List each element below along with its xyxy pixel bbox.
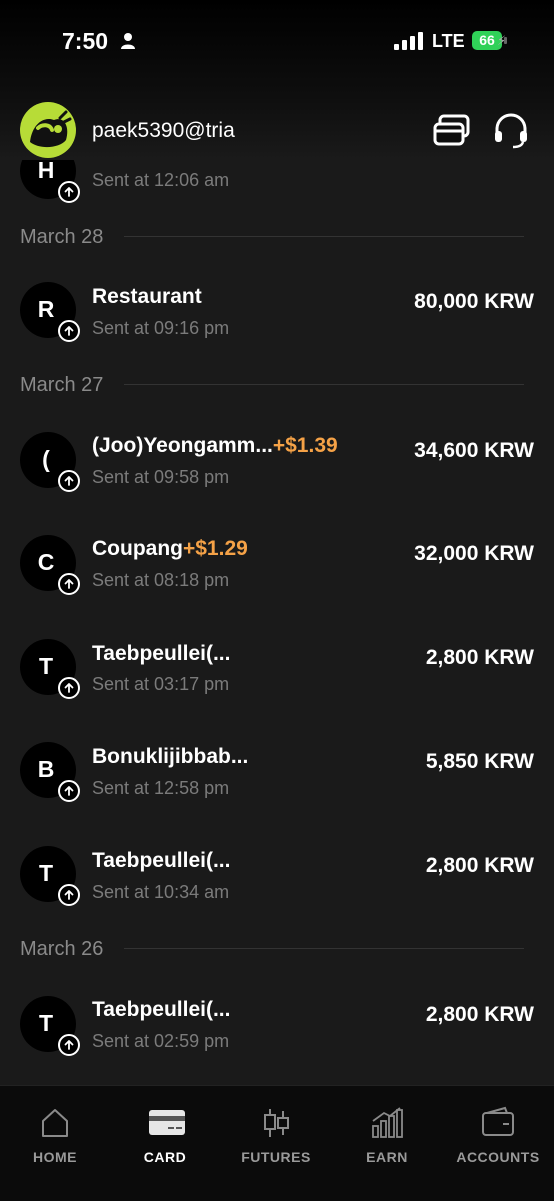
nav-label: EARN xyxy=(366,1149,408,1165)
merchant-name: Taebpeullei(... xyxy=(92,849,231,872)
merchant-name-line: Taebpeullei(... xyxy=(92,642,230,666)
merchant-initial: R xyxy=(37,296,55,322)
merchant-avatar: T xyxy=(20,846,80,906)
transaction-time: Sent at 12:06 am xyxy=(92,170,230,190)
transaction-time: Sent at 12:58 pm xyxy=(92,778,230,798)
candlestick-icon xyxy=(264,1109,289,1137)
merchant-avatar: R xyxy=(20,282,80,342)
battery-cap xyxy=(504,37,507,44)
network-type: LTE xyxy=(432,31,465,51)
merchant-name-line: Coupang+$1.29 xyxy=(92,537,248,561)
transaction-amount: 2,800 KRW xyxy=(425,1003,534,1026)
sent-arrow-icon xyxy=(58,470,80,492)
merchant-name: Bonuklijibbab... xyxy=(92,745,249,768)
merchant-name: Coupang xyxy=(92,537,183,560)
merchant-avatar: B xyxy=(20,742,80,802)
headset-icon[interactable] xyxy=(492,113,530,154)
nav-label: FUTURES xyxy=(241,1149,311,1165)
transaction-amount: 32,000 KRW xyxy=(414,542,534,565)
transaction-time: Sent at 09:16 pm xyxy=(92,318,230,338)
sent-arrow-icon xyxy=(58,677,80,699)
transaction-amount: 34,600 KRW xyxy=(414,439,534,462)
transaction-amount: 5,850 KRW xyxy=(425,750,534,773)
date-divider xyxy=(124,384,524,385)
merchant-name-line: Taebpeullei(... xyxy=(92,998,230,1022)
date-divider xyxy=(124,948,524,949)
sent-arrow-icon xyxy=(58,181,80,203)
nav-card[interactable]: CARD xyxy=(110,1086,220,1201)
username: paek5390@tria xyxy=(92,119,235,142)
transaction-time: Sent at 08:18 pm xyxy=(92,570,230,590)
merchant-avatar: ( xyxy=(20,432,80,492)
bar-chart-icon xyxy=(372,1107,403,1138)
merchant-initial: T xyxy=(38,1010,54,1036)
cards-icon[interactable] xyxy=(432,113,472,154)
bottom-nav: HOME CARD FUTURES EARN ACCOUNTS xyxy=(0,1085,554,1201)
merchant-avatar: T xyxy=(20,996,80,1056)
transaction-time: Sent at 02:59 pm xyxy=(92,1031,230,1051)
sent-arrow-icon xyxy=(58,320,80,342)
status-time: 7:50 xyxy=(62,28,109,54)
date-header: March 28 xyxy=(20,226,104,248)
merchant-name: Taebpeullei(... xyxy=(92,642,231,665)
nav-accounts[interactable]: ACCOUNTS xyxy=(443,1086,553,1201)
card-icon xyxy=(149,1110,185,1135)
nav-home[interactable]: HOME xyxy=(0,1086,110,1201)
transaction-feed[interactable]: H Sent at 12:06 am March 28 R Restaurant… xyxy=(0,0,554,1085)
merchant-name-line: (Joo)Yeongamm...+$1.39 xyxy=(92,434,338,458)
sent-arrow-icon xyxy=(58,573,80,595)
nav-earn[interactable]: EARN xyxy=(332,1086,442,1201)
merchant-name-line: Bonuklijibbab... xyxy=(92,745,248,769)
wallet-icon xyxy=(482,1106,514,1136)
transaction-time: Sent at 09:58 pm xyxy=(92,467,230,487)
sent-arrow-icon xyxy=(58,780,80,802)
date-header: March 27 xyxy=(20,374,104,396)
home-icon xyxy=(42,1109,68,1137)
person-icon xyxy=(121,33,135,49)
cashback-badge: +$1.39 xyxy=(272,434,338,457)
merchant-name: Restaurant xyxy=(92,285,202,308)
merchant-initial: C xyxy=(37,549,55,575)
transaction-amount: 80,000 KRW xyxy=(414,290,534,313)
merchant-initial: B xyxy=(37,756,55,782)
merchant-avatar: C xyxy=(20,535,80,595)
merchant-avatar: T xyxy=(20,639,80,699)
merchant-initial: H xyxy=(37,157,55,183)
sent-arrow-icon xyxy=(58,1034,80,1056)
nav-label: HOME xyxy=(33,1149,77,1165)
date-header: March 26 xyxy=(20,938,104,960)
merchant-initial: T xyxy=(38,860,54,886)
nav-futures[interactable]: FUTURES xyxy=(221,1086,331,1201)
transaction-time: Sent at 10:34 am xyxy=(92,882,230,902)
merchant-name-line: Restaurant xyxy=(92,285,202,309)
cashback-badge: +$1.29 xyxy=(182,537,248,560)
date-divider xyxy=(124,236,524,237)
status-bar: 7:50 LTE 66 ⚡ xyxy=(0,0,554,84)
merchant-name-line: Taebpeullei(... xyxy=(92,849,230,873)
merchant-name: Taebpeullei(... xyxy=(92,998,231,1021)
signal-icon xyxy=(394,32,423,50)
nav-label: CARD xyxy=(143,1149,187,1165)
nav-label: ACCOUNTS xyxy=(456,1149,540,1165)
transaction-time: Sent at 03:17 pm xyxy=(92,674,230,694)
sent-arrow-icon xyxy=(58,884,80,906)
merchant-initial: ( xyxy=(42,446,50,472)
profile-avatar[interactable] xyxy=(20,102,76,158)
merchant-initial: T xyxy=(38,653,54,679)
transaction-amount: 2,800 KRW xyxy=(425,646,534,669)
transaction-amount: 2,800 KRW xyxy=(425,854,534,877)
merchant-name: (Joo)Yeongamm... xyxy=(92,434,273,457)
